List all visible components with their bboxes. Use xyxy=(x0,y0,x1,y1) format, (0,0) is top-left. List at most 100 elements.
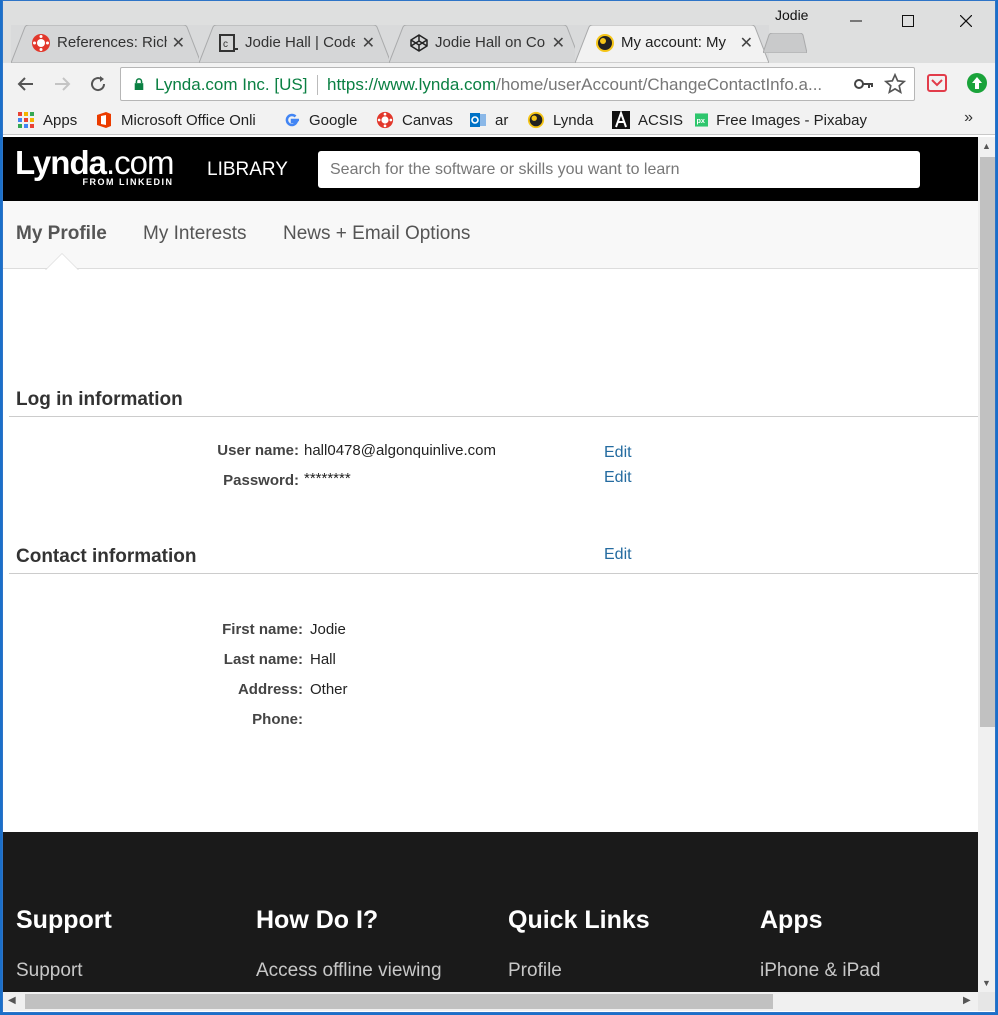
site-identity: Lynda.com Inc. [US] xyxy=(155,75,308,94)
footer-link-profile[interactable]: Profile xyxy=(508,960,562,982)
browser-tab[interactable]: Jodie Hall on Co ✕ xyxy=(389,25,581,63)
password-value: ******** xyxy=(304,470,351,487)
minimize-icon xyxy=(850,20,862,22)
scroll-right-icon[interactable]: ▶ xyxy=(963,995,971,1006)
scroll-down-icon[interactable]: ▼ xyxy=(982,978,991,988)
lynda-icon xyxy=(527,111,545,129)
google-icon xyxy=(285,113,299,127)
footer-link-offline-viewing[interactable]: Access offline viewing xyxy=(256,960,442,982)
separator xyxy=(317,75,318,95)
logo-wordmark: Lynda.com xyxy=(15,144,174,181)
svg-text:c: c xyxy=(223,39,228,50)
canvas-icon xyxy=(376,111,394,129)
footer-link-support[interactable]: Support xyxy=(16,960,83,982)
svg-text:px: px xyxy=(696,116,704,125)
maximize-button[interactable] xyxy=(885,7,931,35)
url-text[interactable]: https://www.lynda.com/home/userAccount/C… xyxy=(327,75,847,95)
tab-my-interests[interactable]: My Interests xyxy=(143,223,246,245)
extension-update-icon[interactable] xyxy=(965,71,989,95)
last-name-label: Last name: xyxy=(223,651,303,668)
scrollbar-thumb[interactable] xyxy=(25,994,773,1009)
browser-tab-active[interactable]: My account: My ✕ xyxy=(575,25,769,63)
profile-tabs: My Profile My Interests News + Email Opt… xyxy=(3,201,978,269)
pixabay-icon: px xyxy=(695,113,709,127)
phone-label: Phone: xyxy=(252,711,303,728)
username-value: hall0478@algonquinlive.com xyxy=(304,442,497,459)
bookmark-star-icon[interactable] xyxy=(884,73,906,95)
footer-heading-support: Support xyxy=(16,906,112,934)
section-divider xyxy=(9,573,978,574)
username-label: User name: xyxy=(217,442,299,459)
close-icon[interactable]: ✕ xyxy=(172,33,185,53)
close-window-button[interactable] xyxy=(943,7,989,35)
bookmarks-bar: Apps Microsoft Office Onli Google Canvas… xyxy=(3,105,995,135)
extension-pocket-icon[interactable] xyxy=(925,71,949,95)
minimize-button[interactable] xyxy=(833,7,879,35)
bookmark-pixabay[interactable]: px Free Images - Pixabay xyxy=(695,109,867,131)
tab-title: References: Rich xyxy=(57,34,167,51)
active-tab-indicator-fill xyxy=(46,254,78,270)
edit-password-link[interactable]: Edit xyxy=(604,469,632,487)
footer-link-iphone-ipad[interactable]: iPhone & iPad xyxy=(760,960,880,982)
bookmark-label: Microsoft Office Onli xyxy=(121,111,256,129)
horizontal-scrollbar[interactable]: ◀ ▶ xyxy=(3,992,978,1011)
bookmark-label: Canvas xyxy=(402,111,453,129)
first-name-value: Jodie xyxy=(310,621,346,638)
address-bar[interactable]: Lynda.com Inc. [US] https://www.lynda.co… xyxy=(120,67,915,101)
bookmark-acsis[interactable]: ACSIS xyxy=(612,109,683,131)
close-icon[interactable]: ✕ xyxy=(740,33,753,53)
contact-section-title: Contact information xyxy=(16,546,197,567)
bookmark-google[interactable]: Google xyxy=(283,109,357,131)
bookmark-label: ACSIS xyxy=(638,111,684,129)
reload-button[interactable] xyxy=(85,71,111,97)
new-tab-button[interactable] xyxy=(763,33,807,53)
tab-my-profile[interactable]: My Profile xyxy=(16,223,107,245)
first-name-label: First name: xyxy=(222,621,303,638)
last-name-value: Hall xyxy=(310,651,336,668)
address-value: Other xyxy=(310,681,348,698)
vertical-scrollbar[interactable]: ▲ ▼ xyxy=(978,137,995,992)
url-host: https://www.lynda.com xyxy=(327,75,497,94)
scroll-up-icon[interactable]: ▲ xyxy=(982,141,991,151)
browser-tab[interactable]: References: Rich ✕ xyxy=(11,25,201,63)
bookmark-apps[interactable]: Apps xyxy=(17,109,77,131)
maximize-icon xyxy=(902,15,914,27)
canvas-icon xyxy=(32,34,50,52)
tab-title: Jodie Hall | Code xyxy=(245,34,355,51)
bookmark-label: Google xyxy=(309,111,358,129)
outlook-icon xyxy=(470,113,486,127)
close-icon[interactable]: ✕ xyxy=(552,33,565,53)
forward-button[interactable] xyxy=(49,71,75,97)
bookmark-office[interactable]: Microsoft Office Onli xyxy=(95,109,267,131)
profile-name[interactable]: Jodie xyxy=(775,7,808,23)
page-viewport: Lynda.com FROM LINKEDIN LIBRARY My Profi… xyxy=(3,137,978,992)
scroll-left-icon[interactable]: ◀ xyxy=(8,995,16,1006)
footer-heading-quick-links: Quick Links xyxy=(508,906,650,934)
site-header: Lynda.com FROM LINKEDIN LIBRARY xyxy=(3,137,978,201)
bookmarks-overflow-button[interactable]: » xyxy=(964,109,973,127)
bookmark-outlook[interactable]: ar xyxy=(469,109,508,131)
browser-tab[interactable]: c Jodie Hall | Code ✕ xyxy=(199,25,391,63)
password-label: Password: xyxy=(223,472,299,489)
arrow-left-icon xyxy=(17,77,33,91)
address-label: Address: xyxy=(237,681,303,698)
edit-contact-link[interactable]: Edit xyxy=(604,546,632,564)
bookmark-lynda[interactable]: Lynda xyxy=(527,109,593,131)
apps-grid-icon xyxy=(18,112,34,128)
section-divider xyxy=(9,416,978,417)
key-icon[interactable] xyxy=(854,77,874,91)
lynda-logo[interactable]: Lynda.com FROM LINKEDIN xyxy=(15,144,174,187)
library-link[interactable]: LIBRARY xyxy=(207,159,288,181)
acsis-icon xyxy=(612,111,630,129)
back-button[interactable] xyxy=(13,71,39,97)
search-input[interactable] xyxy=(318,151,920,188)
bookmark-label: Apps xyxy=(43,111,78,129)
bookmark-label: Free Images - Pixabay xyxy=(716,111,867,129)
scrollbar-thumb[interactable] xyxy=(980,157,995,727)
tab-news-email-options[interactable]: News + Email Options xyxy=(283,223,470,245)
edit-username-link[interactable]: Edit xyxy=(604,444,632,462)
bookmark-canvas[interactable]: Canvas xyxy=(376,109,453,131)
close-icon[interactable]: ✕ xyxy=(362,33,375,53)
codepen-icon: c xyxy=(219,34,238,52)
lock-icon xyxy=(134,78,144,90)
